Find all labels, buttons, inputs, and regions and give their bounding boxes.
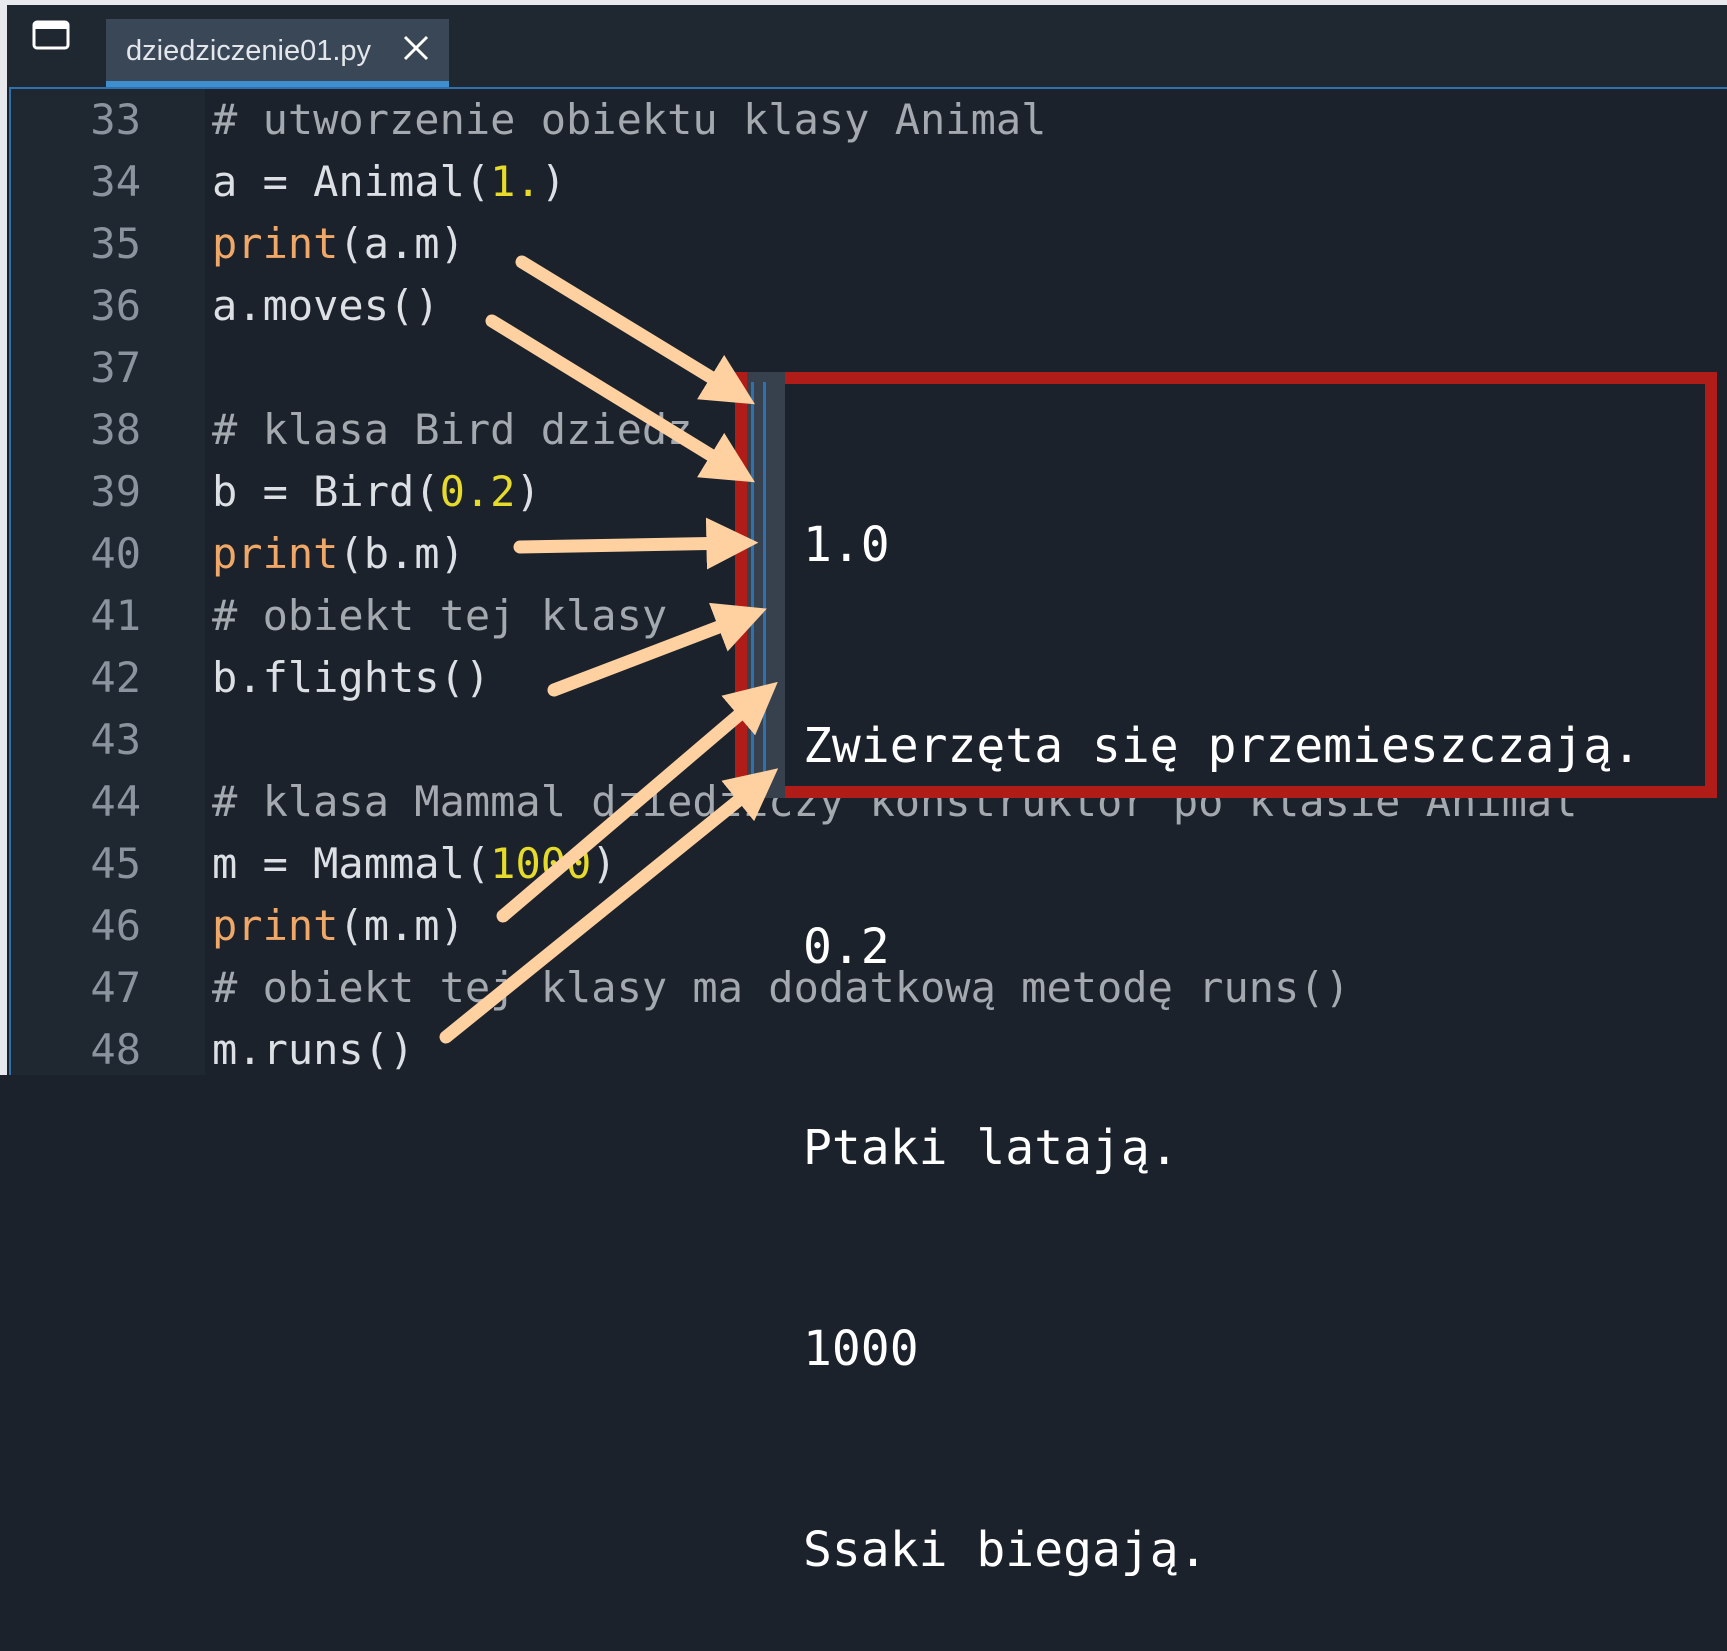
code-line: # klasa Bird dziedz	[212, 405, 693, 454]
tab-label: dziedziczenie01.py	[126, 35, 372, 67]
code-line: print(m.m)	[212, 901, 465, 950]
code-line: # obiekt tej klasy	[212, 591, 668, 640]
left-border	[0, 0, 7, 1075]
code-line: b.flights()	[212, 653, 491, 702]
line-number: 34	[90, 157, 141, 206]
line-number: 44	[90, 777, 141, 826]
output-line: Ssaki biegają.	[803, 1522, 1208, 1578]
line-number: 33	[90, 95, 141, 144]
code-line: print(a.m)	[212, 219, 465, 268]
line-number: 39	[90, 467, 141, 516]
output-line: Ptaki latają.	[803, 1120, 1179, 1176]
line-number: 43	[90, 715, 141, 764]
output-line: 0.2	[803, 919, 890, 975]
output-panel-border	[735, 372, 747, 798]
line-number: 47	[90, 963, 141, 1012]
code-line: b = Bird(0.2)	[212, 467, 541, 516]
code-line: m = Mammal(1000)	[212, 839, 617, 888]
close-icon[interactable]	[400, 32, 432, 64]
line-number: 41	[90, 591, 141, 640]
output-text: 1.0 Zwierzęta się przemieszczają. 0.2 Pt…	[803, 378, 1641, 1651]
line-number: 38	[90, 405, 141, 454]
code-line: a = Animal(1.)	[212, 157, 567, 206]
line-number: 48	[90, 1025, 141, 1074]
line-number: 36	[90, 281, 141, 330]
code-line: a.moves()	[212, 281, 440, 330]
output-line: Zwierzęta się przemieszczają.	[803, 718, 1642, 774]
line-number: 45	[90, 839, 141, 888]
output-guide-line	[763, 382, 766, 787]
window-icon[interactable]	[32, 20, 70, 50]
output-line: 1000	[803, 1321, 919, 1377]
code-line: m.runs()	[212, 1025, 415, 1074]
code-line: # utworzenie obiektu klasy Animal	[212, 95, 1047, 144]
output-guide-line	[751, 382, 754, 787]
line-number: 35	[90, 219, 141, 268]
line-number: 42	[90, 653, 141, 702]
line-number: 40	[90, 529, 141, 578]
output-line: 1.0	[803, 517, 890, 573]
code-line: print(b.m)	[212, 529, 465, 578]
line-number: 37	[90, 343, 141, 392]
line-number: 46	[90, 901, 141, 950]
tab-file[interactable]: dziedziczenie01.py	[106, 19, 449, 87]
